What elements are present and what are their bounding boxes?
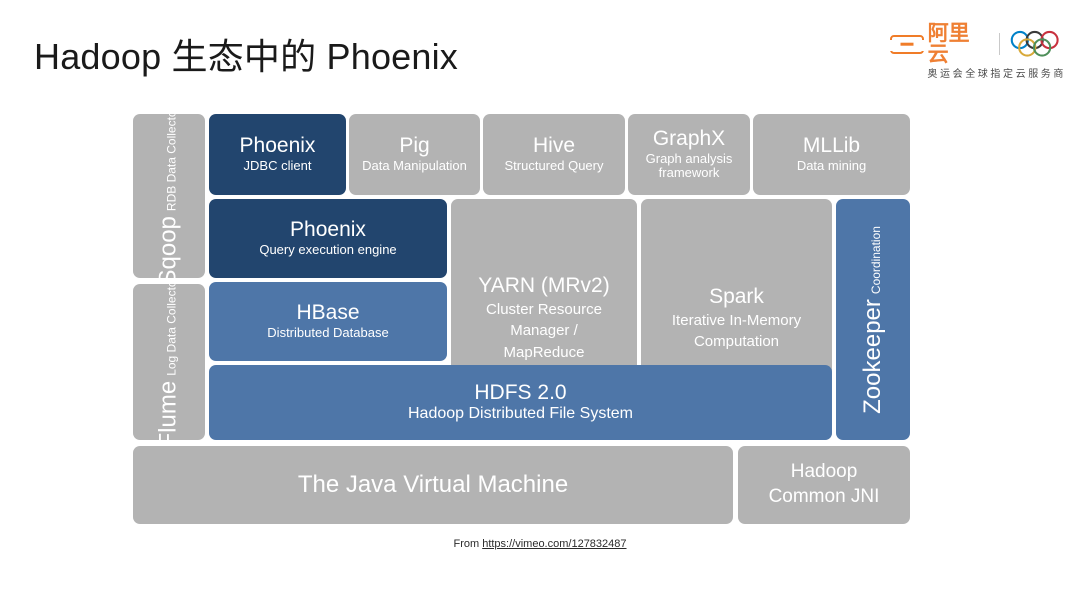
mllib-title: MLLib	[802, 134, 861, 158]
alibaba-cloud-wordmark: 阿里云	[889, 21, 990, 66]
jvm-title: The Java Virtual Machine	[297, 471, 569, 499]
diagram-block-pig: Pig Data Manipulation	[349, 114, 480, 195]
flume-label-group: Flume Log Data Collector	[155, 284, 183, 440]
diagram-block-jvm: The Java Virtual Machine	[133, 446, 733, 524]
alibaba-cloud-logo: 阿里云 奥运会全球指定云服务商	[889, 23, 1070, 84]
pig-subtitle: Data Manipulation	[362, 157, 467, 173]
spark-title: Spark	[709, 284, 764, 308]
diagram-block-hdfs: HDFS 2.0 Hadoop Distributed File System	[209, 365, 832, 440]
phoenix-jdbc-subtitle: JDBC client	[243, 157, 312, 173]
sqoop-label-group: Sqoop RDB Data Collector	[155, 114, 183, 278]
yarn-title: YARN (MRv2)	[478, 274, 610, 298]
diagram-block-zookeeper: Zookeeper Coordination	[836, 199, 910, 440]
source-prefix: From	[453, 538, 483, 550]
phoenix-jdbc-title: Phoenix	[239, 134, 316, 158]
phoenix-engine-title: Phoenix	[290, 218, 366, 242]
hadoop-ecosystem-diagram: Sqoop RDB Data Collector Flume Log Data …	[133, 114, 910, 526]
alibaba-cloud-bracket-icon	[889, 34, 924, 54]
flume-title: Flume	[155, 380, 183, 440]
hadoop-common-subtitle: Common JNI	[768, 486, 880, 507]
pig-title: Pig	[399, 134, 430, 158]
phoenix-engine-subtitle: Query execution engine	[259, 241, 397, 257]
graphx-title: GraphX	[652, 126, 726, 150]
hdfs-subtitle: Hadoop Distributed File System	[408, 405, 633, 423]
diagram-block-phoenix-jdbc: Phoenix JDBC client	[209, 114, 346, 195]
page-title: Hadoop 生态中的 Phoenix	[34, 36, 459, 77]
zookeeper-label-group: Zookeeper Coordination	[859, 225, 887, 414]
hive-subtitle: Structured Query	[504, 157, 604, 173]
yarn-subtitle: Cluster Resource Manager / MapReduce	[486, 300, 602, 362]
diagram-block-hbase: HBase Distributed Database	[209, 282, 447, 361]
diagram-block-hive: Hive Structured Query	[483, 114, 625, 195]
hbase-title: HBase	[296, 301, 360, 325]
source-link[interactable]: https://vimeo.com/127832487	[482, 538, 626, 550]
diagram-block-flume: Flume Log Data Collector	[133, 284, 205, 440]
zookeeper-title: Zookeeper	[859, 298, 887, 414]
logo-tagline: 奥运会全球指定云服务商	[927, 69, 1066, 80]
spark-subtitle: Iterative In-Memory Computation	[671, 311, 802, 351]
diagram-block-phoenix-engine: Phoenix Query execution engine	[209, 199, 447, 278]
graphx-subtitle: Graph analysis framework	[645, 150, 733, 181]
logo-divider	[998, 33, 1000, 55]
brand-text: 阿里云	[927, 21, 970, 66]
olympic-rings-icon	[1010, 30, 1059, 57]
diagram-block-hadoop-common-jni: Hadoop Common JNI	[738, 446, 910, 524]
source-note: From https://vimeo.com/127832487	[0, 538, 1080, 550]
sqoop-title: Sqoop	[155, 216, 183, 278]
diagram-block-sqoop: Sqoop RDB Data Collector	[133, 114, 205, 278]
hdfs-title: HDFS 2.0	[474, 380, 567, 404]
logo-row: 阿里云	[889, 23, 1070, 65]
hbase-subtitle: Distributed Database	[267, 324, 389, 340]
hadoop-common-title: Hadoop	[790, 461, 858, 483]
slide-canvas: Hadoop 生态中的 Phoenix 阿里云 奥运会全球指定云服务商 Sqoo…	[0, 0, 1080, 608]
sqoop-subtitle: RDB Data Collector	[165, 114, 180, 212]
diagram-block-graphx: GraphX Graph analysis framework	[628, 114, 750, 195]
hive-title: Hive	[532, 134, 575, 158]
zookeeper-subtitle: Coordination	[869, 225, 884, 294]
flume-subtitle: Log Data Collector	[165, 284, 180, 376]
mllib-subtitle: Data mining	[796, 157, 867, 173]
diagram-block-mllib: MLLib Data mining	[753, 114, 910, 195]
